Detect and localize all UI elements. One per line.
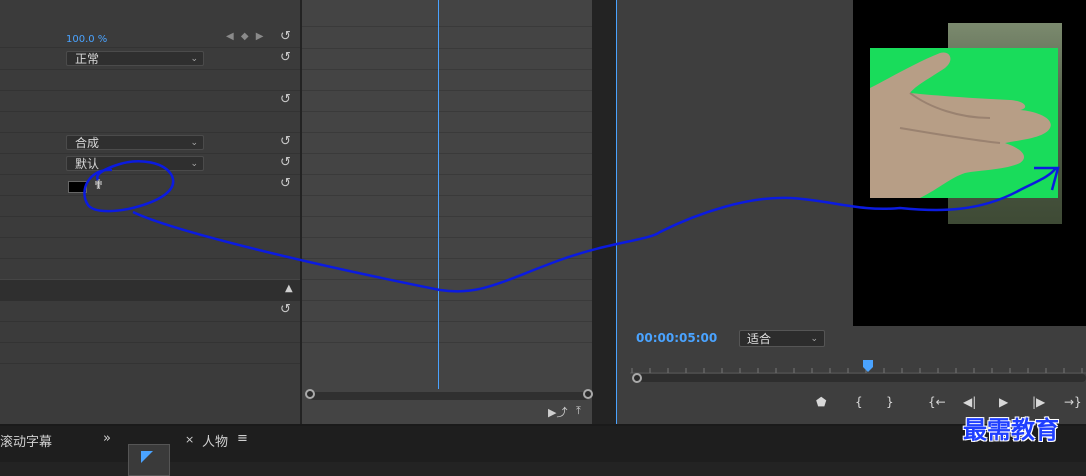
property-row <box>0 321 300 343</box>
monitor-zoom-scrollbar[interactable] <box>632 373 1086 383</box>
overflow-chevron-icon[interactable]: » <box>103 431 111 446</box>
close-icon[interactable]: × <box>185 433 194 446</box>
timeline-grid-line <box>302 216 592 217</box>
chevron-down-icon: ⌄ <box>190 159 198 169</box>
reset-icon[interactable]: ↺ <box>280 135 291 148</box>
property-row <box>0 342 300 364</box>
export-icon[interactable]: ⤒ <box>576 404 581 418</box>
key-color-swatch[interactable] <box>68 181 87 193</box>
timeline-grid-line <box>302 132 592 133</box>
collapse-icon[interactable]: ▲ <box>285 283 293 294</box>
tab-titles[interactable]: 滚动字幕 <box>0 431 52 450</box>
monitor-time-ruler[interactable] <box>630 360 1086 374</box>
playhead-marker[interactable] <box>863 360 873 372</box>
timeline-grid-line <box>302 174 592 175</box>
scroll-handle-left[interactable] <box>632 373 642 383</box>
chevron-down-icon: ⌄ <box>190 54 198 64</box>
keyframe-navigator[interactable]: ◀ ◆ ▶ <box>226 31 265 42</box>
opacity-value[interactable]: 100.0 % <box>66 34 107 45</box>
zoom-fit-dropdown[interactable]: 适合 ⌄ <box>739 330 825 347</box>
timeline-grid-line <box>302 342 592 343</box>
effect-timeline[interactable] <box>302 0 592 424</box>
selection-tool[interactable] <box>128 444 170 476</box>
timeline-grid-line <box>302 279 592 280</box>
tab-people[interactable]: 人物 <box>202 431 228 450</box>
timeline-grid-line <box>302 195 592 196</box>
eyedropper-icon[interactable]: ✟ <box>93 178 104 193</box>
panel-menu-icon[interactable]: ≡ <box>237 431 248 446</box>
insert-icon[interactable]: ▶⤴ <box>548 404 567 420</box>
timeline-grid-line <box>302 111 592 112</box>
timeline-grid-line <box>302 48 592 49</box>
timeline-grid-line <box>302 321 592 322</box>
watermark-text: 最需教育 <box>963 415 1059 444</box>
selection-arrow-icon <box>141 451 153 463</box>
mark-in-button[interactable]: { <box>855 395 863 409</box>
property-row <box>0 258 300 280</box>
play-button[interactable]: ▶ <box>999 395 1008 409</box>
timeline-grid-line <box>302 69 592 70</box>
timeline-grid-line <box>302 300 592 301</box>
property-row <box>0 300 300 322</box>
reset-icon[interactable]: ↺ <box>280 177 291 190</box>
scroll-handle-left[interactable] <box>305 389 315 399</box>
playhead-line[interactable] <box>438 0 439 389</box>
property-row <box>0 90 300 112</box>
timeline-grid-line <box>302 153 592 154</box>
step-back-button[interactable]: ◀| <box>963 395 976 409</box>
blend-mode-dropdown[interactable]: 正常 ⌄ <box>66 51 204 66</box>
composite-value: 合成 <box>75 136 100 150</box>
default-dropdown[interactable]: 默认 ⌄ <box>66 156 204 171</box>
reset-icon[interactable]: ↺ <box>280 30 291 43</box>
timeline-grid-line <box>302 26 592 27</box>
reset-icon[interactable]: ↺ <box>280 303 291 316</box>
reset-icon[interactable]: ↺ <box>280 51 291 64</box>
property-row <box>0 237 300 259</box>
reset-icon[interactable]: ↺ <box>280 156 291 169</box>
timeline-grid-line <box>302 258 592 259</box>
property-row <box>0 216 300 238</box>
zoom-fit-value: 适合 <box>747 332 772 346</box>
timeline-grid-line <box>302 90 592 91</box>
mark-out-button[interactable]: } <box>886 395 894 409</box>
chevron-down-icon: ⌄ <box>810 334 818 344</box>
property-row <box>0 195 300 217</box>
default-value: 默认 <box>75 157 100 171</box>
property-row <box>0 111 300 133</box>
add-marker-icon[interactable]: ⬟ <box>816 395 826 409</box>
property-row <box>0 174 300 196</box>
reset-icon[interactable]: ↺ <box>280 93 291 106</box>
timeline-grid-line <box>302 237 592 238</box>
composite-dropdown[interactable]: 合成 ⌄ <box>66 135 204 150</box>
timeline-zoom-scrollbar[interactable] <box>305 389 593 400</box>
go-to-out-button[interactable]: →} <box>1064 395 1082 409</box>
property-row <box>0 69 300 91</box>
blend-mode-value: 正常 <box>75 52 100 66</box>
chevron-down-icon: ⌄ <box>190 138 198 148</box>
hand-image <box>870 52 1051 198</box>
section-header[interactable]: ▲ <box>0 279 300 301</box>
scroll-handle-right[interactable] <box>583 389 593 399</box>
effect-controls-panel: 100.0 % ◀ ◆ ▶ ↺ 正常 ⌄ ↺ ↺ 合成 ⌄ ↺ 默认 ⌄ ↺ ✟… <box>0 0 300 424</box>
step-forward-button[interactable]: |▶ <box>1032 395 1045 409</box>
go-to-in-button[interactable]: {← <box>928 395 946 409</box>
playhead-timecode[interactable]: 00:00:05:00 <box>636 331 717 345</box>
